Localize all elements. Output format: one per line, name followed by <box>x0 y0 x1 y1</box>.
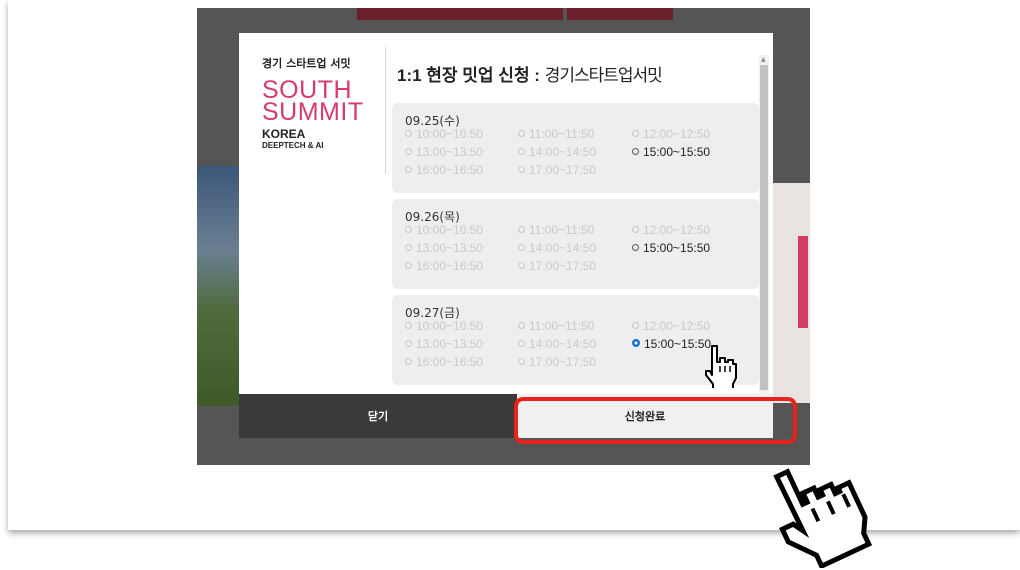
time-slot-radio: 16:00~16:50 <box>405 355 483 369</box>
time-slot-radio: 14:00~14:50 <box>518 241 596 255</box>
time-slot-label: 13:00~13:50 <box>416 337 484 351</box>
submit-highlight-box <box>514 397 797 444</box>
time-slot-label: 16:00~16:50 <box>416 259 484 273</box>
time-slot-radio: 17:00~17:50 <box>518 355 596 369</box>
brand-deeptech: DEEPTECH & AI <box>262 141 324 150</box>
radio-icon <box>405 322 412 329</box>
time-slot-label: 14:00~14:50 <box>529 337 597 351</box>
time-slot-radio: 17:00~17:50 <box>518 163 596 177</box>
close-button[interactable]: 닫기 <box>239 394 517 438</box>
time-slot-label: 11:00~11:50 <box>529 127 595 141</box>
time-slot-label: 13:00~13:50 <box>416 241 484 255</box>
time-slot-label: 17:00~17:50 <box>529 163 597 177</box>
time-slot-radio: 12:00~12:50 <box>632 223 710 237</box>
modal-title-main: 1:1 현장 밋업 신청 : <box>397 66 545 85</box>
hand-pointer-icon <box>705 345 737 388</box>
time-slot-radio: 11:00~11:50 <box>518 223 594 237</box>
time-slot-label: 10:00~10:50 <box>416 223 484 237</box>
time-slot-radio: 12:00~12:50 <box>632 127 710 141</box>
divider <box>385 47 386 174</box>
time-slot-radio: 17:00~17:50 <box>518 259 596 273</box>
radio-icon[interactable] <box>632 148 639 155</box>
radio-icon <box>518 322 525 329</box>
time-slot-radio: 16:00~16:50 <box>405 163 483 177</box>
time-slot-label: 17:00~17:50 <box>529 355 597 369</box>
scroll-up-arrow-icon[interactable]: ▲ <box>761 56 766 63</box>
radio-icon <box>518 340 525 347</box>
time-slot-radio: 13:00~13:50 <box>405 145 483 159</box>
radio-icon <box>518 130 525 137</box>
radio-icon <box>405 340 412 347</box>
time-slot-label: 12:00~12:50 <box>643 319 711 333</box>
bg-photo <box>197 166 239 406</box>
time-slot-label: 12:00~12:50 <box>643 127 711 141</box>
bg-banner-left <box>357 8 563 20</box>
time-slot-radio: 10:00~10:50 <box>405 319 483 333</box>
radio-icon <box>405 148 412 155</box>
time-slot-radio: 16:00~16:50 <box>405 259 483 273</box>
radio-icon <box>405 358 412 365</box>
bg-banner-right <box>567 8 673 20</box>
time-slot-label: 16:00~16:50 <box>416 163 484 177</box>
time-slot-radio[interactable]: 15:00~15:50 <box>632 241 710 255</box>
scrollbar[interactable]: ▲ ▼ <box>759 55 769 420</box>
time-slot-label: 11:00~11:50 <box>529 223 595 237</box>
radio-icon <box>632 322 639 329</box>
time-slot-label: 11:00~11:50 <box>529 319 595 333</box>
time-slot-label: 17:00~17:50 <box>529 259 597 273</box>
radio-icon <box>518 166 525 173</box>
annotation-hand-icon <box>773 468 873 568</box>
radio-icon <box>518 358 525 365</box>
radio-icon <box>518 226 525 233</box>
brand-summit: SUMMIT <box>262 98 364 126</box>
time-slot-label: 13:00~13:50 <box>416 145 484 159</box>
time-slot-label: 14:00~14:50 <box>529 241 597 255</box>
day-card: 09.25(수) 10:00~10:50 11:00~11:50 12:00~12:5… <box>392 103 759 193</box>
radio-icon <box>518 244 525 251</box>
meetup-modal: 경기 스타트업 서밋 SOUTH SUMMIT KOREA DEEPTECH &… <box>239 33 773 438</box>
brand-logo: 경기 스타트업 서밋 SOUTH SUMMIT KOREA DEEPTECH &… <box>262 55 372 150</box>
time-slot-radio: 13:00~13:50 <box>405 337 483 351</box>
time-slot-label: 12:00~12:50 <box>643 223 711 237</box>
brand-subtitle: 경기 스타트업 서밋 <box>262 57 351 70</box>
time-slot-radio[interactable]: 15:00~15:50 <box>632 337 711 351</box>
radio-icon <box>632 226 639 233</box>
radio-icon <box>518 262 525 269</box>
radio-icon <box>405 130 412 137</box>
time-slot-radio: 13:00~13:50 <box>405 241 483 255</box>
radio-icon <box>405 262 412 269</box>
radio-icon <box>405 166 412 173</box>
time-slot-label: 14:00~14:50 <box>529 145 597 159</box>
day-card: 09.26(목) 10:00~10:50 11:00~11:50 12:00~12:5… <box>392 199 759 289</box>
radio-icon <box>405 244 412 251</box>
radio-checked-icon[interactable] <box>632 339 640 347</box>
time-slot-radio[interactable]: 15:00~15:50 <box>632 145 710 159</box>
time-slot-radio: 14:00~14:50 <box>518 145 596 159</box>
radio-icon[interactable] <box>632 244 639 251</box>
time-slot-radio: 10:00~10:50 <box>405 223 483 237</box>
modal-title: 1:1 현장 밋업 신청 : 경기스타트업서밋 <box>397 61 663 86</box>
radio-icon <box>518 148 525 155</box>
time-slot-radio: 12:00~12:50 <box>632 319 710 333</box>
time-slot-radio: 11:00~11:50 <box>518 127 594 141</box>
radio-icon <box>632 130 639 137</box>
scroll-thumb[interactable] <box>760 65 768 390</box>
time-slot-label: 10:00~10:50 <box>416 127 484 141</box>
time-slot-label: 15:00~15:50 <box>643 145 711 159</box>
time-slot-label: 16:00~16:50 <box>416 355 484 369</box>
time-slot-radio: 14:00~14:50 <box>518 337 596 351</box>
time-slot-label: 15:00~15:50 <box>644 337 712 351</box>
time-slot-label: 15:00~15:50 <box>643 241 711 255</box>
time-slot-radio: 11:00~11:50 <box>518 319 594 333</box>
bg-poster-accent <box>798 236 808 328</box>
time-slot-radio: 10:00~10:50 <box>405 127 483 141</box>
time-slot-label: 10:00~10:50 <box>416 319 484 333</box>
modal-title-suffix: 경기스타트업서밋 <box>544 66 663 85</box>
brand-korea: KOREA <box>262 127 306 141</box>
radio-icon <box>405 226 412 233</box>
